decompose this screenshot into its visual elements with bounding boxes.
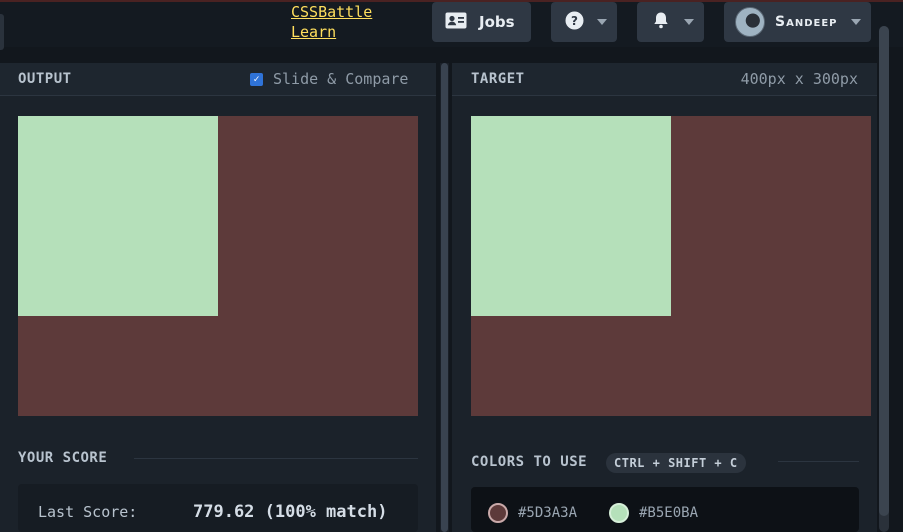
color-swatch[interactable]: #B5E0BA xyxy=(609,503,698,523)
color-dot xyxy=(488,503,508,523)
jobs-label: Jobs xyxy=(479,13,515,31)
score-divider xyxy=(134,458,418,459)
score-box: Last Score: 779.62 (100% match) xyxy=(18,484,418,532)
colors-box: #5D3A3A #B5E0BA xyxy=(471,487,859,532)
slide-compare-label: Slide & Compare xyxy=(273,70,409,88)
panel-resize-thumb[interactable] xyxy=(441,63,448,532)
panel-resize-handle[interactable] xyxy=(440,63,449,532)
output-panel: OUTPUT ✓ Slide & Compare YOUR SCORE Last… xyxy=(0,63,436,532)
colors-section-title: COLORS TO USE xyxy=(471,454,588,470)
id-card-icon xyxy=(445,12,467,33)
page-scrollbar-thumb[interactable] xyxy=(879,26,889,516)
score-section-title: YOUR SCORE xyxy=(18,450,108,466)
question-circle-icon: ? xyxy=(565,11,584,34)
help-menu-button[interactable]: ? xyxy=(551,2,617,42)
last-score-label: Last Score: xyxy=(38,503,138,521)
output-title: OUTPUT xyxy=(18,71,72,87)
notifications-button[interactable] xyxy=(637,2,704,42)
colors-divider xyxy=(778,461,859,462)
target-canvas[interactable] xyxy=(471,116,871,416)
avatar xyxy=(735,7,765,37)
target-square xyxy=(471,116,671,316)
output-canvas[interactable] xyxy=(18,116,418,416)
chevron-down-icon xyxy=(597,19,607,25)
learn-link[interactable]: Learn xyxy=(291,22,336,42)
output-header: OUTPUT ✓ Slide & Compare xyxy=(0,63,436,96)
target-panel: TARGET 400px x 300px COLORS TO USE CTRL … xyxy=(452,63,877,532)
bell-icon xyxy=(652,11,670,33)
copy-colors-shortcut: CTRL + SHIFT + C xyxy=(606,453,746,473)
user-name: Sandeep xyxy=(775,14,838,30)
color-hex: #5D3A3A xyxy=(518,505,578,521)
color-dot xyxy=(609,503,629,523)
chevron-down-icon xyxy=(851,19,861,25)
target-title: TARGET xyxy=(471,71,525,87)
top-bar: CSSBattle Learn Jobs ? Sandeep xyxy=(0,0,903,50)
chevron-down-icon xyxy=(684,19,694,25)
jobs-button[interactable]: Jobs xyxy=(432,2,531,42)
output-square xyxy=(18,116,218,316)
color-hex: #B5E0BA xyxy=(639,505,699,521)
last-score-value: 779.62 (100% match) xyxy=(193,502,388,522)
tab-stub[interactable] xyxy=(0,14,4,50)
slide-compare-checkbox[interactable]: ✓ xyxy=(250,72,263,86)
page-scrollbar[interactable] xyxy=(879,26,889,532)
target-dimensions: 400px x 300px xyxy=(740,70,858,88)
svg-text:?: ? xyxy=(571,14,578,28)
slide-compare-toggle[interactable]: ✓ Slide & Compare xyxy=(250,70,408,88)
user-menu-button[interactable]: Sandeep xyxy=(724,2,871,42)
cssbattle-link[interactable]: CSSBattle xyxy=(291,2,372,22)
color-swatch[interactable]: #5D3A3A xyxy=(488,503,577,523)
target-header: TARGET 400px x 300px xyxy=(452,63,877,96)
